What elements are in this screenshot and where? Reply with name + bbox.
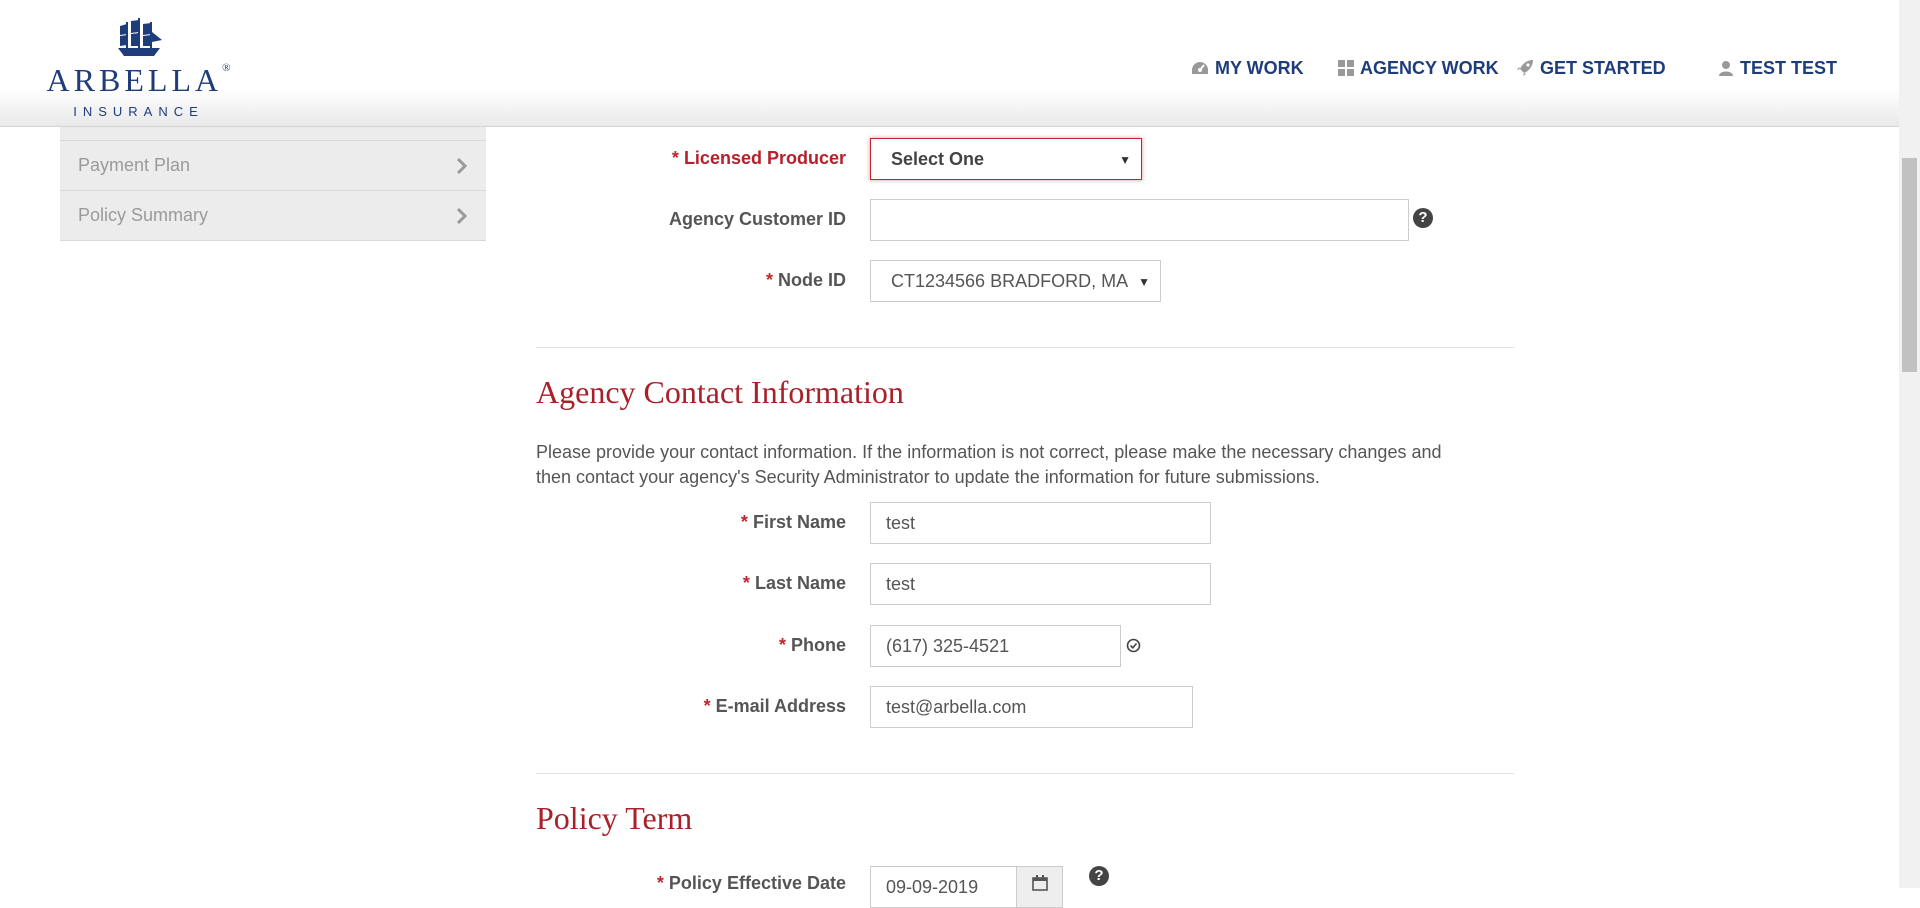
policy-effective-date-input[interactable] [870, 866, 1017, 908]
licensed-producer-label: * Licensed Producer [671, 148, 846, 168]
agency-contact-description: Please provide your contact information.… [536, 442, 1442, 487]
node-id-select[interactable]: CT1234566 BRADFORD, MA ▼ [870, 260, 1161, 302]
agency-customer-id-input[interactable] [870, 199, 1409, 241]
sidebar-nav: Payment Plan Policy Summary [60, 126, 486, 241]
ship-logo-icon [118, 18, 162, 56]
nav-get-started-label: GET STARTED [1540, 57, 1666, 78]
brand-subname: INSURANCE [73, 104, 204, 119]
sidebar-item-label: Policy Summary [78, 205, 209, 225]
dropdown-arrow-icon: ▼ [1138, 275, 1150, 289]
help-icon[interactable]: ? [1413, 208, 1433, 228]
dropdown-arrow-icon: ▼ [1119, 153, 1131, 167]
nav-agency-work-label: AGENCY WORK [1360, 57, 1499, 78]
first-name-label: * First Name [740, 512, 846, 532]
sidebar-item-policy-summary[interactable]: Policy Summary [60, 191, 486, 241]
chevron-right-icon [456, 157, 468, 174]
chevron-right-icon [456, 207, 468, 224]
rocket-icon [1517, 60, 1533, 76]
node-id-label: * Node ID [765, 270, 846, 290]
first-name-input[interactable] [870, 502, 1211, 544]
dashboard-icon [1192, 62, 1208, 74]
node-id-value: CT1234566 BRADFORD, MA [891, 270, 1129, 291]
sidebar-item-label: Payment Plan [78, 155, 191, 175]
help-icon[interactable]: ? [1089, 866, 1109, 886]
page-scrollbar[interactable] [1899, 0, 1920, 888]
phone-label: * Phone [778, 635, 846, 655]
nav-get-started[interactable]: GET STARTED [1516, 56, 1666, 80]
calendar-icon [1031, 875, 1048, 891]
verified-check-icon [1126, 638, 1141, 653]
scrollbar-thumb[interactable] [1902, 158, 1917, 372]
nav-my-work-label: MY WORK [1215, 57, 1304, 78]
nav-user-menu[interactable]: TEST TEST [1718, 56, 1837, 80]
brand-name: ARBELLA® [46, 62, 231, 98]
grid-icon [1338, 60, 1354, 76]
phone-input[interactable] [870, 625, 1121, 667]
sidebar-item-payment-plan[interactable]: Payment Plan [60, 141, 486, 191]
policy-effective-date-label: * Policy Effective Date [656, 873, 846, 893]
nav-my-work[interactable]: MY WORK [1191, 56, 1304, 80]
section-divider [536, 773, 1514, 774]
email-label: * E-mail Address [703, 696, 846, 716]
sidebar-item-partial[interactable] [60, 126, 486, 141]
policy-term-heading: Policy Term [536, 800, 693, 836]
email-input[interactable] [870, 686, 1193, 728]
agency-contact-heading: Agency Contact Information [536, 374, 904, 410]
user-icon [1719, 61, 1733, 76]
licensed-producer-value: Select One [891, 148, 985, 169]
agency-customer-id-label: Agency Customer ID [668, 209, 846, 229]
last-name-input[interactable] [870, 563, 1211, 605]
nav-user-label: TEST TEST [1740, 57, 1838, 78]
top-header: ARBELLA® INSURANCE MY WORK AGENCY WORK G… [0, 0, 1899, 127]
date-picker-button[interactable] [1016, 866, 1063, 908]
nav-agency-work[interactable]: AGENCY WORK [1338, 56, 1499, 80]
section-divider [536, 347, 1514, 348]
licensed-producer-select[interactable]: Select One ▼ [870, 138, 1142, 180]
last-name-label: * Last Name [742, 573, 846, 593]
arbella-logo[interactable]: ARBELLA® INSURANCE [36, 18, 241, 119]
